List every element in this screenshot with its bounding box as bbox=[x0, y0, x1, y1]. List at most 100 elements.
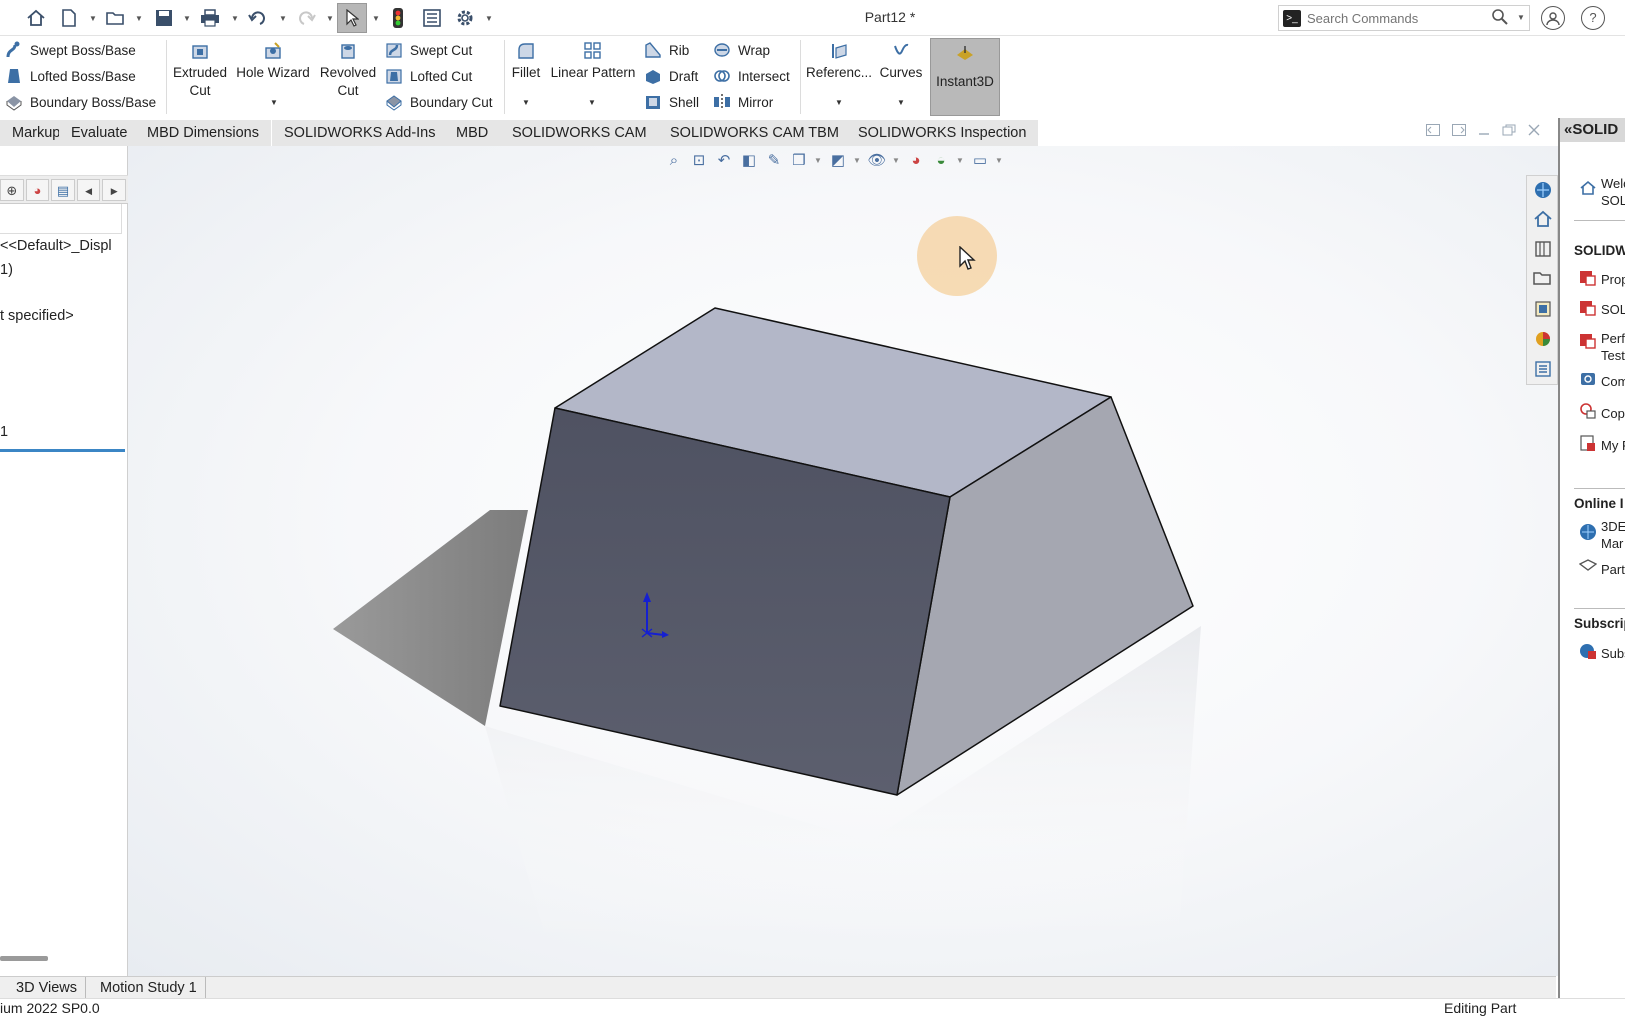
instant3d-button[interactable]: Instant3D bbox=[930, 38, 1000, 116]
chevron-down-icon[interactable]: ▼ bbox=[522, 98, 530, 107]
select-pointer-icon[interactable] bbox=[337, 3, 367, 33]
save-icon[interactable] bbox=[152, 6, 176, 30]
tree-filter-field[interactable] bbox=[0, 204, 122, 234]
tab-3d-views[interactable]: 3D Views bbox=[8, 977, 86, 999]
solidworks-rx-link[interactable]: SOLI bbox=[1601, 302, 1625, 317]
properties-tool-link[interactable]: Prop bbox=[1601, 272, 1625, 287]
fillet-button[interactable]: Fillet bbox=[508, 42, 544, 82]
appearances-icon[interactable] bbox=[1532, 330, 1554, 352]
dock-left-icon[interactable] bbox=[1426, 124, 1440, 139]
subscription-services-link[interactable]: Subs bbox=[1601, 646, 1625, 661]
horizontal-scrollbar[interactable] bbox=[0, 956, 48, 961]
chevron-down-icon[interactable]: ▼ bbox=[325, 6, 335, 30]
task-pane-header[interactable]: «SOLID bbox=[1560, 118, 1625, 142]
shell-button[interactable]: Shell bbox=[643, 93, 699, 111]
user-icon[interactable] bbox=[1541, 6, 1565, 30]
print-icon[interactable] bbox=[198, 6, 222, 30]
community-link[interactable]: Com bbox=[1601, 374, 1625, 389]
chevron-down-icon[interactable]: ▼ bbox=[270, 98, 278, 107]
rollback-bar[interactable] bbox=[0, 449, 125, 452]
tab-solidworks-add-ins[interactable]: SOLIDWORKS Add-Ins bbox=[272, 120, 449, 146]
lofted-boss-button[interactable]: Lofted Boss/Base bbox=[4, 67, 136, 85]
dock-right-icon[interactable] bbox=[1452, 124, 1466, 139]
graphics-area[interactable]: ⌕ ⊡ ↶ ◧ ✎ ❒ ▼ ◩ ▼ 👁 ▼ ◕ ◒ ▼ ▭ ▼ bbox=[128, 146, 1558, 976]
arrow-left-icon[interactable]: ◀ bbox=[76, 178, 101, 201]
apply-scene-icon[interactable]: ◒ bbox=[930, 152, 952, 169]
new-document-icon[interactable] bbox=[58, 6, 80, 30]
section-view-icon[interactable]: ◧ bbox=[738, 151, 760, 169]
welcome-link[interactable]: Welc bbox=[1601, 176, 1625, 191]
my-products-link[interactable]: My F bbox=[1601, 438, 1625, 453]
view-palette-icon[interactable] bbox=[1532, 300, 1554, 322]
linear-pattern-button[interactable]: Linear Pattern bbox=[546, 42, 640, 82]
chevron-down-icon[interactable]: ▼ bbox=[813, 156, 823, 165]
solidworks-resources-icon[interactable] bbox=[1532, 180, 1554, 202]
configuration-item[interactable]: 1) bbox=[0, 262, 13, 278]
tab-mbd-dimensions[interactable]: MBD Dimensions bbox=[135, 120, 272, 146]
close-icon[interactable] bbox=[1528, 124, 1540, 139]
tab-motion-study-1[interactable]: Motion Study 1 bbox=[92, 977, 206, 999]
previous-view-icon[interactable]: ↶ bbox=[713, 151, 735, 169]
appearance-icon[interactable]: ◕ bbox=[25, 178, 50, 201]
swept-cut-button[interactable]: Swept Cut bbox=[384, 41, 472, 59]
file-explorer-icon[interactable] bbox=[1532, 270, 1554, 292]
view-settings-icon[interactable]: ▭ bbox=[969, 151, 991, 169]
configuration-manager-icon[interactable]: ⊕ bbox=[0, 178, 24, 201]
display-style-icon[interactable]: ◩ bbox=[827, 151, 849, 169]
chevron-down-icon[interactable]: ▼ bbox=[897, 98, 905, 107]
revolved-cut-button[interactable]: Revolved Cut bbox=[314, 42, 382, 100]
undo-icon[interactable] bbox=[246, 6, 270, 30]
home-icon[interactable] bbox=[24, 6, 48, 30]
boundary-cut-button[interactable]: Boundary Cut bbox=[384, 93, 493, 111]
file-properties-icon[interactable] bbox=[420, 6, 444, 30]
chevron-down-icon[interactable]: ▼ bbox=[484, 6, 494, 30]
swept-boss-button[interactable]: Swept Boss/Base bbox=[4, 41, 136, 59]
edit-appearance-icon[interactable]: ◕ bbox=[905, 152, 927, 169]
chevron-down-icon[interactable]: ▼ bbox=[835, 98, 843, 107]
rebuild-traffic-light-icon[interactable] bbox=[388, 6, 408, 30]
open-folder-icon[interactable] bbox=[104, 6, 128, 30]
performance-test-link-line2[interactable]: Test bbox=[1601, 348, 1625, 363]
reference-geometry-button[interactable]: Referenc... bbox=[804, 42, 874, 82]
restore-icon[interactable] bbox=[1502, 124, 1516, 139]
search-input[interactable] bbox=[1307, 9, 1487, 28]
tab-evaluate[interactable]: Evaluate bbox=[59, 120, 141, 146]
welcome-link-line2[interactable]: SOLI bbox=[1601, 193, 1625, 208]
chevron-down-icon[interactable]: ▼ bbox=[1517, 13, 1525, 22]
display-manager-icon[interactable]: ▤ bbox=[51, 178, 75, 201]
tree-item[interactable]: 1 bbox=[0, 424, 8, 440]
view-orientation-icon[interactable]: ❒ bbox=[788, 151, 810, 169]
redo-icon[interactable] bbox=[294, 6, 318, 30]
zoom-to-area-icon[interactable]: ⊡ bbox=[688, 151, 710, 169]
display-state-item[interactable]: <<Default>_Displ bbox=[0, 238, 112, 254]
arrow-right-icon[interactable]: ▶ bbox=[102, 178, 126, 201]
hole-wizard-button[interactable]: Hole Wizard bbox=[232, 42, 314, 82]
copy-settings-link[interactable]: Copy bbox=[1601, 406, 1625, 421]
tab-solidworks-inspection[interactable]: SOLIDWORKS Inspection bbox=[846, 120, 1040, 146]
home-icon[interactable] bbox=[1532, 210, 1554, 232]
minimize-icon[interactable] bbox=[1478, 124, 1490, 139]
help-icon[interactable]: ? bbox=[1581, 6, 1605, 30]
partsupply-link[interactable]: Parts bbox=[1601, 562, 1625, 577]
extruded-cut-button[interactable]: Extruded Cut bbox=[168, 42, 232, 100]
chevron-down-icon[interactable]: ▼ bbox=[88, 6, 98, 30]
chevron-down-icon[interactable]: ▼ bbox=[134, 6, 144, 30]
tab-solidworks-cam[interactable]: SOLIDWORKS CAM bbox=[500, 120, 660, 146]
lofted-cut-button[interactable]: Lofted Cut bbox=[384, 67, 472, 85]
hide-show-items-icon[interactable]: 👁 bbox=[866, 151, 888, 169]
chevron-down-icon[interactable]: ▼ bbox=[891, 156, 901, 165]
zoom-to-fit-icon[interactable]: ⌕ bbox=[663, 152, 685, 169]
tab-solidworks-cam-tbm[interactable]: SOLIDWORKS CAM TBM bbox=[658, 120, 852, 146]
3dexperience-marketplace-link[interactable]: 3DEX bbox=[1601, 519, 1625, 534]
chevron-down-icon[interactable]: ▼ bbox=[230, 6, 240, 30]
chevron-down-icon[interactable]: ▼ bbox=[852, 156, 862, 165]
chevron-down-icon[interactable]: ▼ bbox=[371, 6, 381, 30]
chevron-down-icon[interactable]: ▼ bbox=[182, 6, 192, 30]
chevron-down-icon[interactable]: ▼ bbox=[955, 156, 965, 165]
chevron-down-icon[interactable]: ▼ bbox=[278, 6, 288, 30]
3d-model-scene[interactable] bbox=[128, 146, 1558, 976]
material-item[interactable]: t specified> bbox=[0, 308, 74, 324]
3dexperience-marketplace-link-line2[interactable]: Mar bbox=[1601, 536, 1623, 551]
tab-mbd[interactable]: MBD bbox=[444, 120, 502, 146]
search-commands-box[interactable]: >_ ▼ bbox=[1278, 5, 1530, 31]
